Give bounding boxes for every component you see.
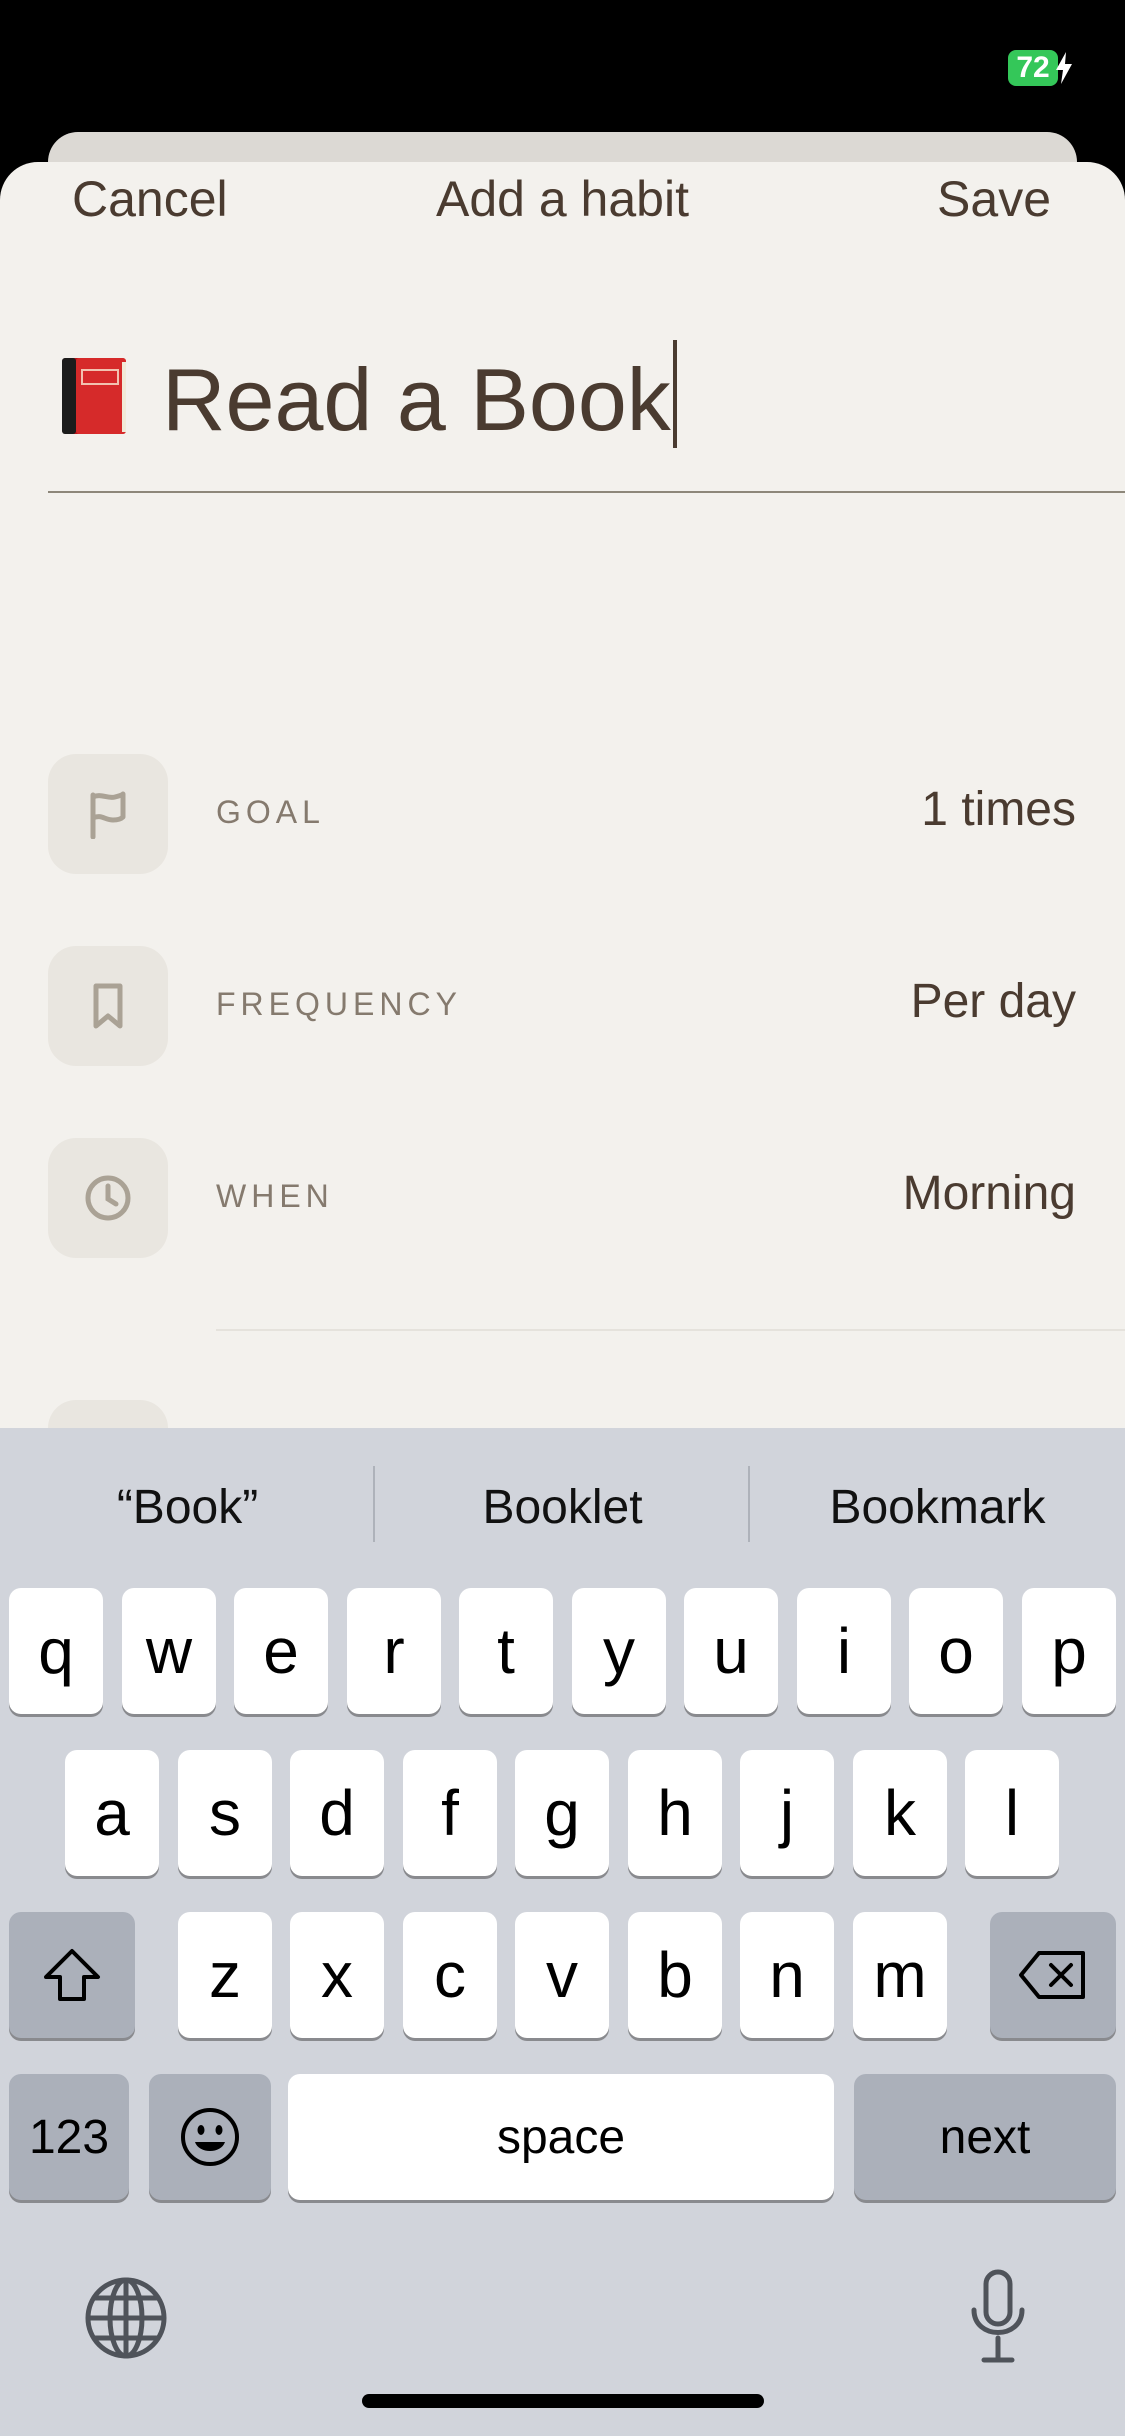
when-value: Morning [902,1167,1076,1220]
key-e[interactable]: e [234,1588,328,1714]
key-t[interactable]: t [459,1588,553,1714]
bookmark-icon [93,983,123,1029]
bookmark-icon-tile [48,946,168,1066]
microphone-icon[interactable] [968,2268,1028,2368]
save-button[interactable]: Save [937,170,1051,228]
globe-icon[interactable] [84,2276,168,2360]
key-s[interactable]: s [178,1750,272,1876]
suggestion-bookmark[interactable]: Bookmark [750,1468,1125,1548]
numbers-key[interactable]: 123 [9,2074,129,2200]
key-b[interactable]: b [628,1912,722,2038]
goal-value: 1 times [921,783,1076,836]
divider [216,1329,1125,1331]
clock-icon-tile [48,1138,168,1258]
habit-name-input[interactable]: Read a Book [162,340,677,451]
battery-indicator: 72 [1008,50,1058,86]
flag-icon [90,791,126,839]
delete-icon [1019,1951,1085,1999]
emoji-key[interactable] [149,2074,271,2200]
text-caret [672,340,677,448]
charging-bolt-icon [1056,52,1072,84]
key-i[interactable]: i [797,1588,891,1714]
clock-icon [85,1175,131,1221]
key-r[interactable]: r [347,1588,441,1714]
key-d[interactable]: d [290,1750,384,1876]
space-key[interactable]: space [288,2074,834,2200]
key-p[interactable]: p [1022,1588,1116,1714]
key-f[interactable]: f [403,1750,497,1876]
key-z[interactable]: z [178,1912,272,2038]
key-m[interactable]: m [853,1912,947,2038]
key-x[interactable]: x [290,1912,384,2038]
key-g[interactable]: g [515,1750,609,1876]
status-bar: 72 [0,0,1125,140]
key-u[interactable]: u [684,1588,778,1714]
when-label: WHEN [216,1178,334,1214]
frequency-row[interactable]: FREQUENCY Per day [0,946,1125,1066]
next-key[interactable]: next [854,2074,1116,2200]
shift-key[interactable] [9,1912,135,2038]
key-v[interactable]: v [515,1912,609,2038]
home-indicator[interactable] [362,2394,764,2408]
red-book-icon[interactable] [56,354,132,438]
key-c[interactable]: c [403,1912,497,2038]
shift-icon [44,1949,100,2001]
key-h[interactable]: h [628,1750,722,1876]
suggestion-quoted[interactable]: “Book” [0,1468,375,1548]
key-j[interactable]: j [740,1750,834,1876]
key-k[interactable]: k [853,1750,947,1876]
goal-row[interactable]: GOAL 1 times [0,754,1125,874]
key-o[interactable]: o [909,1588,1003,1714]
key-y[interactable]: y [572,1588,666,1714]
key-a[interactable]: a [65,1750,159,1876]
emoji-icon [181,2108,239,2166]
key-l[interactable]: l [965,1750,1059,1876]
frequency-value: Per day [910,975,1076,1028]
frequency-label: FREQUENCY [216,986,462,1022]
habit-name-text: Read a Book [162,350,671,449]
goal-label: GOAL [216,794,325,830]
key-w[interactable]: w [122,1588,216,1714]
delete-key[interactable] [990,1912,1116,2038]
suggestion-booklet[interactable]: Booklet [375,1468,750,1548]
keyboard: “Book” Booklet Bookmark q w e r t y u i … [0,1428,1125,2436]
flag-icon-tile [48,754,168,874]
divider [48,491,1125,493]
cancel-button[interactable]: Cancel [72,170,228,228]
key-n[interactable]: n [740,1912,834,2038]
key-q[interactable]: q [9,1588,103,1714]
when-row[interactable]: WHEN Morning [0,1138,1125,1258]
